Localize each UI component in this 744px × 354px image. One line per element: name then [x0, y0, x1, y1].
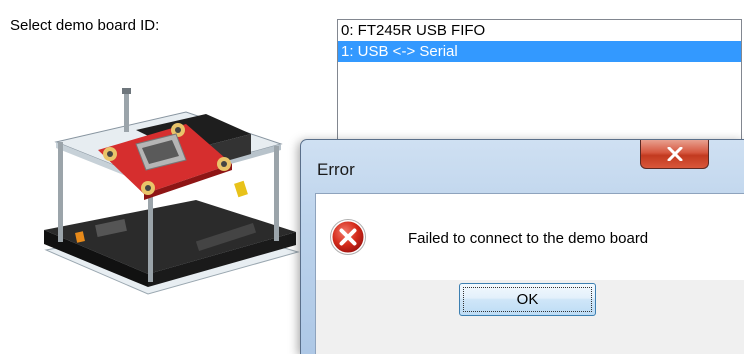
close-icon: [667, 147, 682, 161]
demo-board-image: [44, 88, 300, 295]
close-button[interactable]: [640, 140, 709, 169]
list-item[interactable]: 0: FT245R USB FIFO: [338, 20, 741, 41]
dialog-body: Failed to connect to the demo board OK: [315, 193, 744, 354]
list-item-selected[interactable]: 1: USB <-> Serial: [338, 41, 741, 62]
select-board-label: Select demo board ID:: [10, 17, 160, 34]
dialog-title: Error: [317, 160, 355, 179]
error-message: Failed to connect to the demo board: [408, 230, 649, 247]
ok-button-label: OK: [463, 287, 592, 312]
error-icon: [330, 219, 366, 255]
error-dialog: Error Failed to connect to the demo boar…: [300, 139, 744, 354]
board-id-listbox[interactable]: 0: FT245R USB FIFO 1: USB <-> Serial: [337, 19, 742, 156]
message-area: Failed to connect to the demo board: [316, 194, 744, 280]
ok-button[interactable]: OK: [459, 283, 596, 316]
